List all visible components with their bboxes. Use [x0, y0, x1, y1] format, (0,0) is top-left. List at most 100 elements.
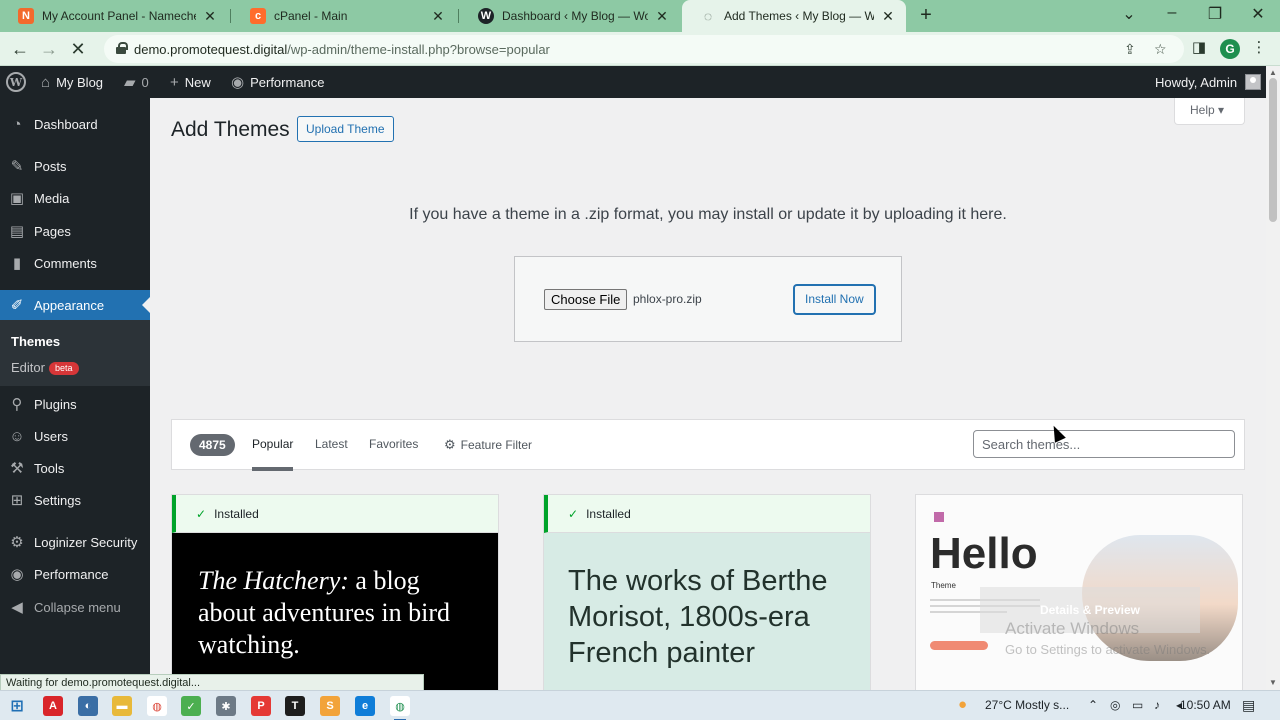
tray-chevron-icon[interactable]: ⌃ — [1088, 698, 1098, 712]
wordpress-logo[interactable]: W — [6, 66, 26, 98]
sidebar-item-users[interactable]: ☺ Users — [0, 421, 150, 451]
windows-activation-hint: Go to Settings to activate Windows. — [1005, 642, 1211, 657]
theme-card-hatchery[interactable]: ✓ Installed The Hatchery: a blog about ad… — [171, 494, 499, 690]
sidebar-item-comments[interactable]: ▮ Comments — [0, 248, 150, 278]
chrome-active-icon[interactable]: ◍ — [390, 696, 410, 720]
new-tab-icon[interactable]: + — [916, 5, 936, 26]
tab-popular[interactable]: Popular — [252, 437, 294, 471]
minimize-icon[interactable]: – — [1160, 4, 1184, 22]
collapse-arrow-icon: ◀ — [11, 599, 23, 616]
close-icon[interactable]: ✕ — [430, 8, 446, 25]
share-icon[interactable]: ⇪ — [1124, 41, 1136, 58]
namecheap-icon: N — [18, 8, 34, 24]
admin-bar-new[interactable]: + New — [170, 66, 211, 98]
address-bar[interactable]: demo.promotequest.digital/wp-admin/theme… — [104, 35, 1184, 63]
window-close-icon[interactable]: ✕ — [1246, 4, 1270, 24]
admin-bar-site-name[interactable]: ⌂ My Blog — [41, 66, 103, 98]
browser-tab-add-themes[interactable]: ◌ Add Themes ‹ My Blog — WordPress ✕ — [682, 0, 906, 32]
close-icon[interactable]: ✕ — [654, 8, 670, 25]
tab-favorites[interactable]: Favorites — [369, 437, 418, 451]
admin-bar-performance[interactable]: ◉ Performance — [231, 66, 325, 98]
back-arrow-icon[interactable]: ← — [9, 38, 31, 60]
tab-label: My Account Panel - Namecheap — [42, 9, 196, 23]
file-explorer-icon[interactable]: ▬ — [112, 696, 132, 716]
restore-icon[interactable]: ❐ — [1203, 4, 1227, 24]
help-tab-button[interactable]: Help ▾ — [1174, 98, 1245, 125]
submenu-item-editor[interactable]: Editor beta — [11, 360, 79, 375]
sidebar-item-settings[interactable]: ⊞ Settings — [0, 485, 150, 515]
installed-notice: ✓ Installed — [172, 495, 498, 533]
cpanel-icon: c — [250, 8, 266, 24]
sidebar-item-pages[interactable]: ▤ Pages — [0, 216, 150, 246]
logo-square — [934, 512, 944, 522]
choose-file-button[interactable]: Choose File — [544, 289, 628, 310]
install-now-button[interactable]: Install Now — [794, 285, 875, 314]
chrome-icon[interactable]: ◍ — [147, 696, 167, 716]
browser-menu-icon[interactable]: ⋮ — [1248, 38, 1270, 56]
sidebar-item-appearance[interactable]: ✐ Appearance — [0, 290, 150, 320]
sidebar-item-plugins[interactable]: ⚲ Plugins — [0, 389, 150, 419]
wordpress-icon: W — [478, 8, 494, 24]
scroll-down-icon[interactable]: ▼ — [1269, 678, 1277, 687]
windows-activation-watermark: Activate Windows — [1005, 619, 1140, 638]
browser-tab-cpanel[interactable]: c cPanel - Main ✕ — [232, 0, 456, 32]
plus-icon: + — [170, 73, 179, 91]
browser-tab-namecheap[interactable]: N My Account Panel - Namecheap ✕ — [0, 0, 228, 32]
chevron-down-icon[interactable]: ⌄ — [1117, 4, 1141, 24]
edge-icon[interactable]: e — [355, 696, 375, 716]
terminal-app-icon[interactable]: T — [285, 696, 305, 716]
tab-label: Add Themes ‹ My Blog — WordPress — [724, 9, 874, 23]
theme-card-berthe-morisot[interactable]: ✓ Installed The works of Berthe Morisot, … — [543, 494, 871, 690]
close-icon[interactable]: ✕ — [880, 8, 896, 25]
app-icon[interactable]: S — [320, 696, 340, 716]
sidebar-item-dashboard[interactable]: ◔ Dashboard — [0, 109, 150, 139]
app-icon[interactable]: ◐ — [78, 696, 98, 716]
sidebar-item-media[interactable]: ▣ Media — [0, 183, 150, 213]
search-themes-input[interactable] — [973, 430, 1235, 458]
theme-count-badge: 4875 — [190, 434, 235, 456]
pdf-icon[interactable]: P — [251, 696, 271, 716]
home-icon: ⌂ — [41, 73, 51, 91]
tab-latest[interactable]: Latest — [315, 437, 348, 451]
weather-text[interactable]: 27°C Mostly s... — [985, 698, 1069, 712]
admin-bar-comments[interactable]: ▰ 0 — [124, 66, 149, 98]
gear-icon: ⚙ — [444, 437, 456, 452]
tray-app-icon[interactable]: ◎ — [1110, 698, 1120, 712]
acrobat-icon[interactable]: A — [43, 696, 63, 716]
weather-icon: ● — [958, 696, 968, 713]
sidebar-item-loginizer-security[interactable]: ⚙ Loginizer Security — [0, 527, 150, 557]
scroll-thumb[interactable] — [1269, 78, 1277, 222]
theme-card-hello[interactable]: Hello Theme Details & Preview — [915, 494, 1243, 690]
lock-icon[interactable] — [116, 42, 128, 54]
submenu-item-themes[interactable]: Themes — [11, 334, 60, 349]
profile-avatar[interactable]: G — [1220, 39, 1240, 59]
bookmark-star-icon[interactable]: ☆ — [1154, 41, 1167, 58]
forward-arrow-icon[interactable]: → — [38, 38, 60, 60]
stop-loading-icon[interactable]: ✕ — [67, 38, 89, 60]
scroll-up-icon[interactable]: ▲ — [1269, 68, 1277, 77]
windows-start-icon[interactable]: ⊞ — [7, 696, 27, 716]
checkmark-icon: ✓ — [568, 507, 579, 521]
main-content: Add Themes Upload Theme Help ▾ If you ha… — [150, 98, 1266, 690]
upload-theme-button[interactable]: Upload Theme — [297, 116, 394, 142]
app-icon[interactable]: ✱ — [216, 696, 236, 716]
sidebar-panel-icon[interactable]: ◨ — [1188, 38, 1210, 56]
notifications-icon[interactable]: ▤ — [1242, 697, 1255, 714]
network-icon[interactable]: ▭ — [1132, 698, 1143, 712]
green-app-icon[interactable]: ✓ — [181, 696, 201, 716]
close-icon[interactable]: ✕ — [202, 8, 218, 25]
collapse-menu-button[interactable]: ◀ Collapse menu — [0, 592, 150, 622]
feature-filter-button[interactable]: ⚙ Feature Filter — [444, 437, 532, 453]
browser-tab-dashboard[interactable]: W Dashboard ‹ My Blog — WordPress ✕ — [460, 0, 680, 32]
sidebar-item-tools[interactable]: ⚒ Tools — [0, 453, 150, 483]
sidebar-item-performance[interactable]: ◉ Performance — [0, 559, 150, 589]
comment-bubble-icon: ▰ — [124, 74, 136, 91]
url-text: demo.promotequest.digital/wp-admin/theme… — [134, 42, 550, 57]
sidebar-item-posts[interactable]: ✎ Posts — [0, 151, 150, 181]
clock-time[interactable]: 10:50 AM — [1180, 698, 1231, 712]
microphone-icon[interactable]: ♪ — [1154, 698, 1160, 712]
performance-icon: ◉ — [10, 566, 24, 583]
admin-bar-account[interactable]: Howdy, Admin — [1155, 66, 1262, 98]
page-scrollbar[interactable]: ▲ ▼ — [1266, 66, 1280, 690]
users-icon: ☺ — [9, 427, 25, 445]
